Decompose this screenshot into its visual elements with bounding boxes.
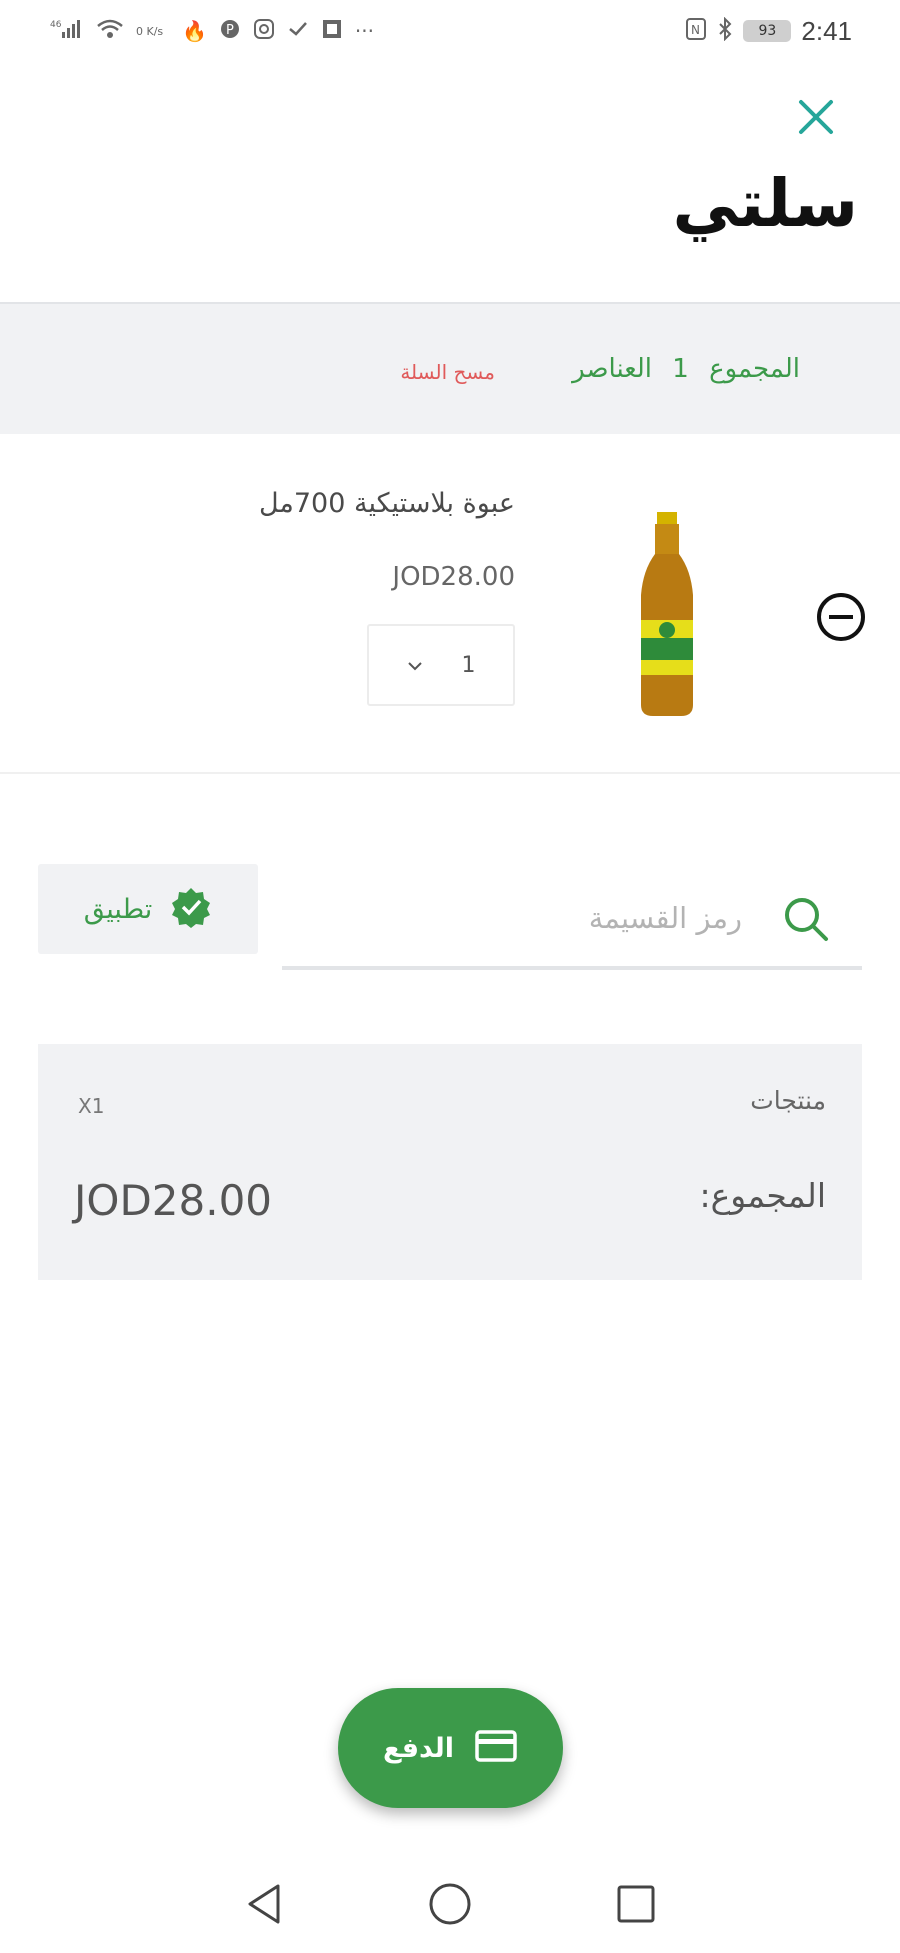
remove-item-button[interactable] xyxy=(815,591,867,643)
recents-icon xyxy=(617,1885,655,1923)
instagram-icon xyxy=(253,18,275,45)
total-label: المجموع: xyxy=(699,1176,826,1215)
signal-icon: 46 xyxy=(50,18,84,45)
cart-count-items-label: العناصر xyxy=(572,354,652,384)
check-icon xyxy=(287,18,309,45)
home-icon xyxy=(429,1883,471,1925)
product-image xyxy=(627,510,707,720)
svg-text:N: N xyxy=(691,23,700,37)
quantity-select[interactable]: 1 xyxy=(367,624,515,706)
quantity-value: 1 xyxy=(461,652,476,678)
home-button[interactable] xyxy=(422,1876,478,1932)
total-value: JOD28.00 xyxy=(74,1176,273,1225)
svg-text:46: 46 xyxy=(50,20,62,30)
minus-circle-icon xyxy=(817,593,865,641)
network-speed: 0 K/s xyxy=(136,24,164,38)
recents-button[interactable] xyxy=(608,1876,664,1932)
back-button[interactable] xyxy=(236,1876,292,1932)
products-label: منتجات xyxy=(750,1086,826,1115)
clock: 2:41 xyxy=(801,15,852,46)
svg-text:P: P xyxy=(226,23,234,38)
wifi-icon xyxy=(96,18,124,45)
more-icon: ··· xyxy=(354,19,374,43)
bluetooth-icon xyxy=(717,16,733,46)
order-summary: منتجات X1 المجموع: JOD28.00 xyxy=(38,1044,862,1280)
cart-item: عبوة بلاستيكية 700مل JOD28.00 1 xyxy=(0,434,900,774)
status-right: N 93 2:41 xyxy=(685,16,852,47)
products-quantity: X1 xyxy=(78,1094,105,1118)
checkout-button[interactable]: الدفع xyxy=(338,1688,563,1808)
battery-icon: 93 xyxy=(743,20,792,42)
status-left: 46 0 K/s 🔥 P ··· xyxy=(50,18,374,45)
apply-label: تطبيق xyxy=(83,893,153,925)
cart-summary-band: المجموع 1 العناصر مسح السلة xyxy=(0,302,900,434)
cart-count-value: 1 xyxy=(672,354,689,384)
pinterest-icon: P xyxy=(219,18,241,45)
cart-count-label: المجموع xyxy=(709,354,800,384)
item-name: عبوة بلاستيكية 700مل xyxy=(258,488,515,519)
close-button[interactable] xyxy=(794,95,838,139)
search-icon xyxy=(780,893,832,945)
gallery-icon xyxy=(321,18,343,45)
cart-count: المجموع 1 العناصر xyxy=(560,354,800,384)
credit-card-icon xyxy=(474,1724,518,1772)
verified-icon xyxy=(170,886,212,932)
item-price: JOD28.00 xyxy=(392,562,515,592)
apply-coupon-button[interactable]: تطبيق xyxy=(38,864,258,954)
close-icon xyxy=(799,100,833,134)
fire-icon: 🔥 xyxy=(182,19,207,43)
checkout-label: الدفع xyxy=(382,1732,455,1764)
nfc-icon: N xyxy=(685,17,707,46)
coupon-input[interactable] xyxy=(322,888,742,948)
system-nav-bar xyxy=(0,1855,900,1953)
clear-cart-button[interactable]: مسح السلة xyxy=(400,360,495,384)
back-icon xyxy=(248,1884,280,1924)
coupon-field xyxy=(282,870,862,970)
page-title: سلتي xyxy=(672,165,858,242)
status-bar: 46 0 K/s 🔥 P ··· N 93 2:41 xyxy=(0,0,900,62)
chevron-down-icon xyxy=(407,656,423,675)
